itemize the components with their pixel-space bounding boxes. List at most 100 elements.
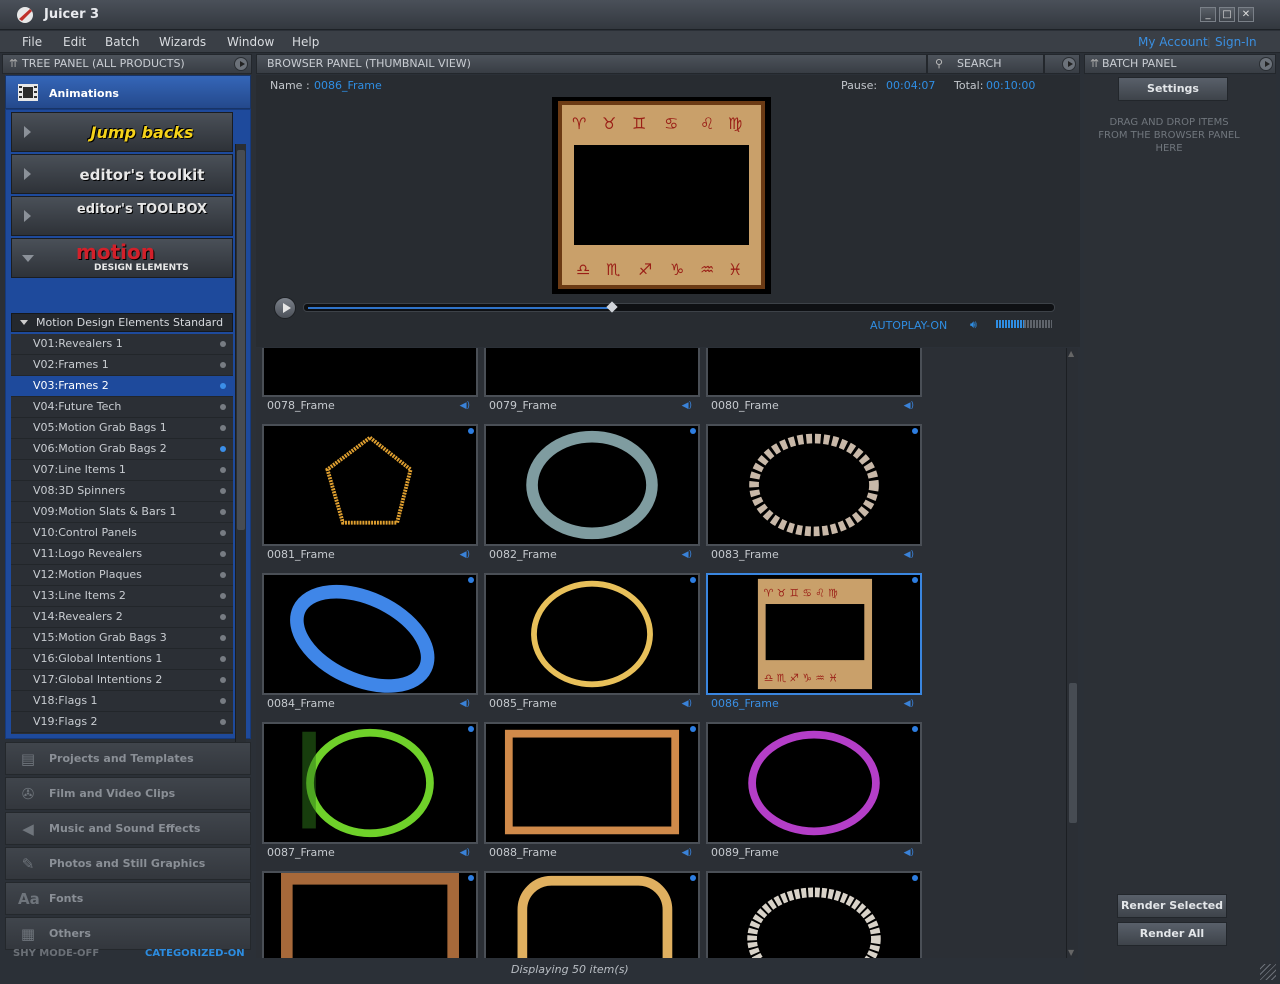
thumbnail-item[interactable]: 0084_Frame ◀) (262, 573, 478, 715)
animations-section[interactable]: Animations (5, 75, 251, 109)
tree-item[interactable]: V07:Line Items 1 (11, 460, 233, 481)
tree-item[interactable]: V06:Motion Grab Bags 2 (11, 439, 233, 460)
menu-batch[interactable]: Batch (105, 35, 140, 49)
tree-item[interactable]: V19:Flags 2 (11, 712, 233, 733)
tree-item[interactable]: V16:Global Intentions 1 (11, 649, 233, 670)
maximize-button[interactable]: □ (1219, 7, 1235, 22)
speaker-icon[interactable]: ◀) (682, 699, 692, 709)
tree-item[interactable]: V15:Motion Grab Bags 3 (11, 628, 233, 649)
thumbnail-item[interactable]: 0083_Frame ◀) (706, 424, 922, 566)
collapse-icon[interactable]: ⇈ (1090, 55, 1099, 73)
product-motion-design-elements[interactable]: motion DESIGN ELEMENTS (11, 238, 233, 278)
grid-scrollbar[interactable]: ▲ ▼ (1066, 348, 1078, 958)
nav-section-music-and-sound-effects[interactable]: ◀ Music and Sound Effects (5, 812, 251, 845)
tree-item[interactable]: V11:Logo Revealers (11, 544, 233, 565)
nav-section-film-and-video-clips[interactable]: ✇ Film and Video Clips (5, 777, 251, 810)
tree-item[interactable]: V09:Motion Slats & Bars 1 (11, 502, 233, 523)
tree-item[interactable]: V14:Revealers 2 (11, 607, 233, 628)
scroll-up-icon[interactable]: ▲ (1068, 349, 1074, 358)
tree-item[interactable]: V10:Control Panels (11, 523, 233, 544)
my-account-link[interactable]: My Account (1138, 35, 1208, 49)
search-box[interactable]: ⚲ SEARCH (927, 54, 1044, 74)
browser-panel-title: BROWSER PANEL (THUMBNAIL VIEW) (267, 57, 471, 70)
thumbnail-item[interactable]: 0087_Frame ◀) (262, 722, 478, 864)
thumbnail-item[interactable]: 0078_Frame ◀) (262, 348, 478, 417)
speaker-icon[interactable]: ◀) (904, 401, 914, 411)
thumbnail-item[interactable]: 0081_Frame ◀) (262, 424, 478, 566)
drop-zone-text[interactable]: DRAG AND DROP ITEMS FROM THE BROWSER PAN… (1094, 116, 1244, 155)
render-selected-button[interactable]: Render Selected (1117, 894, 1227, 918)
tree-item[interactable]: V20:Revealers 3 (11, 733, 233, 734)
speaker-icon[interactable]: ◀) (682, 401, 692, 411)
speaker-icon[interactable]: ◀) (904, 848, 914, 858)
thumbnail-item[interactable]: 0085_Frame ◀) (484, 573, 700, 715)
tree-item-label: V12:Motion Plaques (33, 568, 142, 581)
product-editors-toolkit[interactable]: editor's toolkit (11, 154, 233, 194)
speaker-icon[interactable]: ◀) (460, 550, 470, 560)
tree-item[interactable]: V01:Revealers 1 (11, 334, 233, 355)
menu-window[interactable]: Window (227, 35, 274, 49)
thumbnail-item[interactable] (262, 871, 478, 958)
scroll-down-icon[interactable]: ▼ (1068, 948, 1074, 957)
close-button[interactable]: ✕ (1238, 7, 1254, 22)
thumbnail-item[interactable]: 0082_Frame ◀) (484, 424, 700, 566)
nav-section-fonts[interactable]: Aa Fonts (5, 882, 251, 915)
scroll-thumb[interactable] (237, 150, 245, 530)
collapse-icon[interactable]: ⇈ (9, 55, 18, 73)
menu-file[interactable]: File (22, 35, 42, 49)
thumbnail-item[interactable]: 0079_Frame ◀) (484, 348, 700, 417)
tree-panel-arrow-button[interactable] (234, 57, 248, 71)
thumbnail-item[interactable] (706, 871, 922, 958)
speaker-icon[interactable]: ◀) (904, 550, 914, 560)
speaker-icon[interactable]: ◀) (904, 699, 914, 709)
motion-logo: motion (76, 240, 155, 264)
palette-icon: ✎ (21, 855, 35, 873)
tree-item[interactable]: V03:Frames 2 (11, 376, 233, 397)
menu-help[interactable]: Help (292, 35, 319, 49)
settings-button[interactable]: Settings (1118, 77, 1228, 101)
nav-section-photos-and-still-graphics[interactable]: ✎ Photos and Still Graphics (5, 847, 251, 880)
render-all-button[interactable]: Render All (1117, 922, 1227, 946)
product-editors-toolbox[interactable]: editor's TOOLBOX (11, 196, 233, 236)
browser-panel-arrow-button[interactable] (1062, 57, 1076, 71)
tree-item[interactable]: V05:Motion Grab Bags 1 (11, 418, 233, 439)
menu-edit[interactable]: Edit (63, 35, 86, 49)
batch-panel-arrow-button[interactable] (1259, 57, 1273, 71)
nav-section-projects-and-templates[interactable]: ▤ Projects and Templates (5, 742, 251, 775)
speaker-icon[interactable]: ◀) (460, 401, 470, 411)
thumbnail-label: 0083_Frame (711, 548, 779, 561)
speaker-icon[interactable]: ◀) (460, 699, 470, 709)
play-button[interactable] (274, 297, 296, 319)
thumbnail-item[interactable] (484, 871, 700, 958)
thumbnail-item[interactable]: ♈ ♉ ♊ ♋ ♌ ♍ ♎ ♏ ♐ ♑ ♒ ♓ 0086_Frame ◀) (706, 573, 922, 715)
playback-track[interactable] (303, 303, 1055, 312)
volume-slider[interactable] (996, 320, 1052, 328)
categorized-toggle[interactable]: CATEGORIZED-ON (145, 948, 245, 959)
category-header[interactable]: Motion Design Elements Standard (11, 313, 233, 332)
speaker-icon[interactable]: 🔊︎ (970, 318, 977, 332)
autoplay-toggle[interactable]: AUTOPLAY-ON (870, 319, 947, 332)
thumbnail-item[interactable]: 0089_Frame ◀) (706, 722, 922, 864)
speaker-icon[interactable]: ◀) (682, 848, 692, 858)
tree-item[interactable]: V08:3D Spinners (11, 481, 233, 502)
tree-item[interactable]: V18:Flags 1 (11, 691, 233, 712)
minimize-button[interactable]: _ (1200, 7, 1216, 22)
svg-text:♉: ♉ (602, 114, 616, 133)
tree-item[interactable]: V17:Global Intentions 2 (11, 670, 233, 691)
tree-scrollbar[interactable] (235, 144, 246, 756)
thumbnail-item[interactable]: 0088_Frame ◀) (484, 722, 700, 864)
speaker-icon[interactable]: ◀) (682, 550, 692, 560)
product-jump-backs[interactable]: Jump backs (11, 112, 233, 152)
tree-item[interactable]: V02:Frames 1 (11, 355, 233, 376)
tree-item[interactable]: V04:Future Tech (11, 397, 233, 418)
resize-grip-icon[interactable] (1260, 964, 1276, 980)
sign-in-link[interactable]: Sign-In (1215, 35, 1257, 49)
thumbnail-item[interactable]: 0080_Frame ◀) (706, 348, 922, 417)
speaker-icon[interactable]: ◀) (460, 848, 470, 858)
tree-item[interactable]: V13:Line Items 2 (11, 586, 233, 607)
tree-item[interactable]: V12:Motion Plaques (11, 565, 233, 586)
shy-mode-toggle[interactable]: SHY MODE-OFF (13, 948, 99, 959)
nav-section-others[interactable]: ▦ Others (5, 917, 251, 950)
scroll-thumb[interactable] (1069, 683, 1077, 823)
menu-wizards[interactable]: Wizards (159, 35, 206, 49)
